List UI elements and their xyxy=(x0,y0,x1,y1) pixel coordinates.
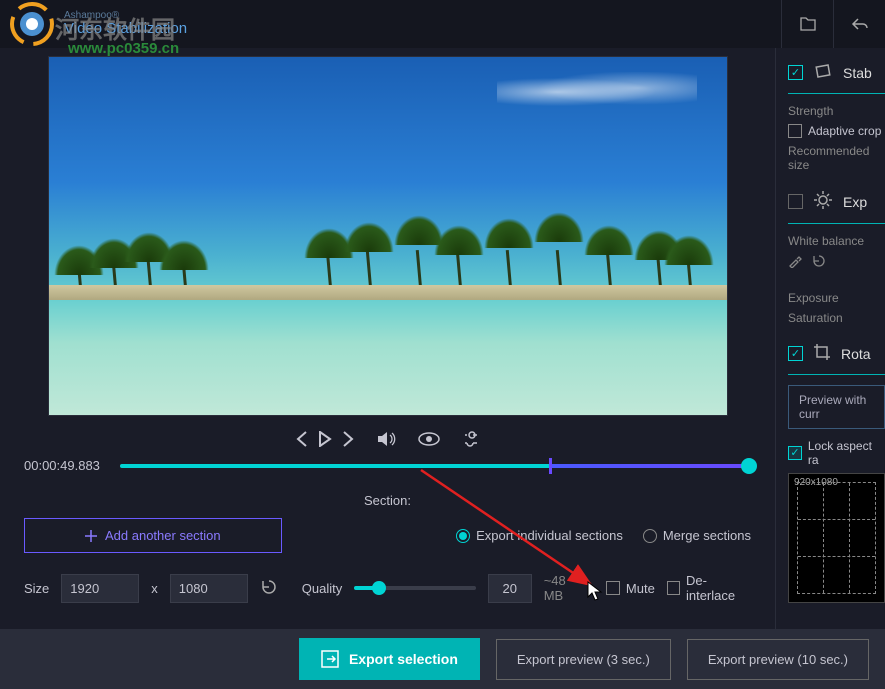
quality-input[interactable] xyxy=(488,574,532,603)
deinterlace-checkbox[interactable]: De-interlace xyxy=(667,573,751,603)
white-balance-label: White balance xyxy=(788,234,885,248)
export-selection-button[interactable]: Export selection xyxy=(299,638,480,680)
exposure-toggle[interactable] xyxy=(788,194,803,209)
exposure-field-label: Exposure xyxy=(788,291,885,305)
undo-button[interactable] xyxy=(833,0,885,48)
stabilize-icon xyxy=(813,62,833,83)
reset-size-button[interactable] xyxy=(260,578,278,599)
add-section-button[interactable]: Add another section xyxy=(24,518,282,553)
eyedropper-icon[interactable] xyxy=(788,254,802,271)
stabilization-toggle[interactable] xyxy=(788,65,803,80)
playback-controls xyxy=(14,416,761,458)
timecode-display: 00:00:49.883 xyxy=(24,458,104,473)
volume-button[interactable] xyxy=(376,431,396,447)
adaptive-crop-label: Adaptive crop xyxy=(808,124,881,138)
preview-toggle-button[interactable] xyxy=(418,432,440,446)
next-frame-button[interactable] xyxy=(342,431,354,447)
mute-checkbox[interactable]: Mute xyxy=(606,581,655,596)
export-preview-3-button[interactable]: Export preview (3 sec.) xyxy=(496,639,671,680)
watermark-url: www.pc0359.cn xyxy=(68,40,179,57)
quality-slider[interactable] xyxy=(354,586,475,590)
size-separator: x xyxy=(151,581,158,596)
recommended-size-label: Recommended size xyxy=(788,144,885,172)
mute-label: Mute xyxy=(626,581,655,596)
crop-icon xyxy=(813,343,831,364)
export-individual-radio[interactable]: Export individual sections xyxy=(456,528,623,543)
plus-icon xyxy=(85,530,97,542)
merge-sections-radio[interactable]: Merge sections xyxy=(643,528,751,543)
settings-button[interactable] xyxy=(462,430,480,448)
deinterlace-label: De-interlace xyxy=(686,573,751,603)
reset-wb-icon[interactable] xyxy=(812,254,826,271)
export-preview-10-button[interactable]: Export preview (10 sec.) xyxy=(687,639,869,680)
video-preview[interactable] xyxy=(48,56,728,416)
prev-frame-button[interactable] xyxy=(296,431,308,447)
open-folder-button[interactable] xyxy=(781,0,833,48)
rotation-section: Rota Preview with curr Lock aspect ra 92… xyxy=(788,343,885,603)
size-label: Size xyxy=(24,581,49,596)
stabilization-section: Stab Strength Adaptive crop Recommended … xyxy=(788,62,885,172)
app-header: Ashampoo® Video Stabilization 河东软件园 www.… xyxy=(0,0,885,48)
lock-aspect-checkbox[interactable]: Lock aspect ra xyxy=(788,439,885,467)
rotation-toggle[interactable] xyxy=(788,346,803,361)
footer-bar: Export selection Export preview (3 sec.)… xyxy=(0,629,885,689)
play-button[interactable] xyxy=(318,431,332,447)
saturation-label: Saturation xyxy=(788,311,885,325)
brightness-icon xyxy=(813,190,833,213)
section-label: Section: xyxy=(14,487,761,518)
stabilization-title: Stab xyxy=(843,65,872,81)
height-input[interactable] xyxy=(170,574,248,603)
brand-product: Video Stabilization xyxy=(64,21,187,38)
merge-sections-label: Merge sections xyxy=(663,528,751,543)
strength-label: Strength xyxy=(788,104,885,118)
filesize-estimate: ~48 MB xyxy=(544,573,586,603)
add-section-label: Add another section xyxy=(105,528,221,543)
export-individual-label: Export individual sections xyxy=(476,528,623,543)
adaptive-crop-checkbox[interactable]: Adaptive crop xyxy=(788,124,885,138)
lock-aspect-label: Lock aspect ra xyxy=(808,439,885,467)
export-icon xyxy=(321,650,339,668)
timeline-slider[interactable] xyxy=(120,464,751,468)
preview-current-button[interactable]: Preview with curr xyxy=(788,385,885,429)
crop-preview[interactable]: 920x1080 xyxy=(788,473,885,603)
settings-sidebar: Stab Strength Adaptive crop Recommended … xyxy=(775,48,885,667)
exposure-title: Exp xyxy=(843,194,867,210)
rotation-title: Rota xyxy=(841,346,871,362)
app-logo-icon xyxy=(8,0,56,48)
quality-label: Quality xyxy=(302,581,342,596)
export-selection-label: Export selection xyxy=(349,651,458,667)
width-input[interactable] xyxy=(61,574,139,603)
exposure-section: Exp White balance Exposure Saturation xyxy=(788,190,885,325)
